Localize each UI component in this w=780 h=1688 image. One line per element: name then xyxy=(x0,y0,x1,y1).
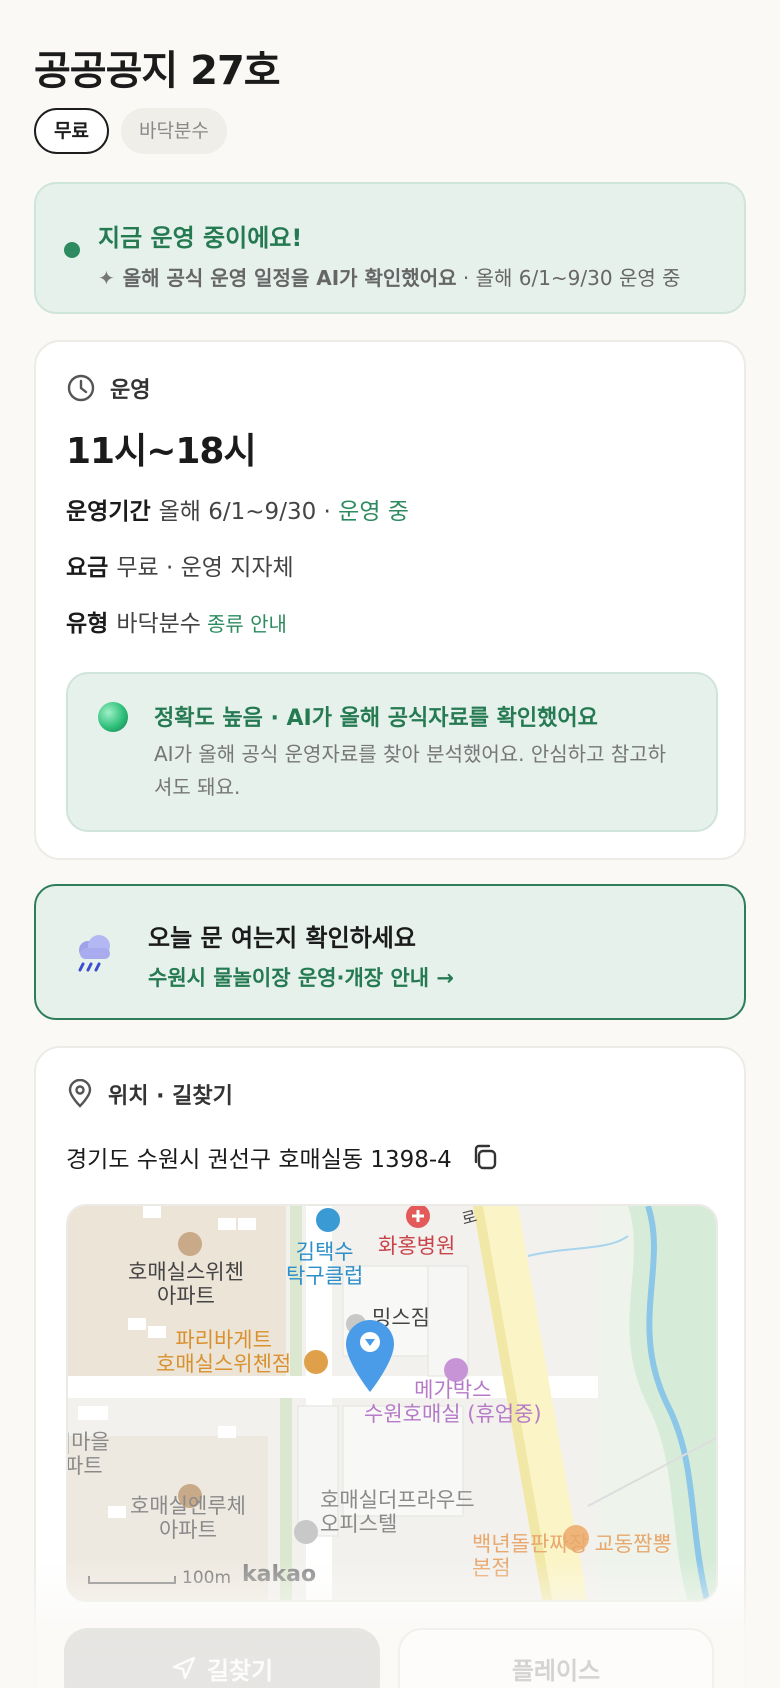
operation-section-header: 운영 xyxy=(66,372,150,404)
type-guide-link[interactable]: 종류 안내 xyxy=(207,612,287,636)
directions-button[interactable]: 길찾기 xyxy=(64,1628,380,1688)
location-section-header: 위치 · 길찾기 xyxy=(66,1078,233,1110)
location-pin-icon xyxy=(68,1079,92,1108)
map-label-apt2: 호매실엔루체 아파트 xyxy=(130,1494,246,1542)
operation-section-label: 운영 xyxy=(110,378,151,403)
place-button[interactable]: 플레이스 xyxy=(398,1628,714,1688)
page: 공공공지 27호 무료 바닥분수 지금 운영 중이에요! ✦ 올해 공식 운영 일… xyxy=(0,0,780,1688)
fee-key: 요금 xyxy=(66,555,109,581)
notice-link[interactable]: 수원시 물놀이장 운영·개장 안내 → xyxy=(148,962,454,992)
fee-value: 무료 · 운영 지자체 xyxy=(116,555,294,581)
accuracy-description: AI가 올해 공식 운영자료를 찾아 분석했어요. 안심하고 참고하셔도 돼요. xyxy=(154,742,667,799)
status-sub-rest: · 올해 6/1~9/30 운영 중 xyxy=(456,266,681,290)
map-brand-logo: kakao xyxy=(242,1562,317,1587)
tag-floor-fountain[interactable]: 바닥분수 xyxy=(120,108,227,154)
sparkle-icon: ✦ xyxy=(98,266,115,290)
map-label-apt1: 호매실스위첸 아파트 xyxy=(128,1260,244,1308)
open-check-notice[interactable]: 오늘 문 여는지 확인하세요 수원시 물놀이장 운영·개장 안내 → xyxy=(34,884,746,1020)
location-card: 위치 · 길찾기 경기도 수원시 권선구 호매실동 1398-4 호매실스위첸 … xyxy=(34,1046,746,1688)
period-key: 운영기간 xyxy=(66,499,151,525)
type-row: 유형 바닥분수 종류 안내 xyxy=(66,604,287,638)
period-status: 운영 중 xyxy=(338,499,409,525)
accuracy-title: 정확도 높음 · AI가 올해 공식자료를 확인했어요 xyxy=(154,706,598,731)
period-row: 운영기간 올해 6/1~9/30 · 운영 중 xyxy=(66,492,409,526)
notice-title: 오늘 문 여는지 확인하세요 xyxy=(148,924,416,952)
map-label-hospital: 화홍병원 xyxy=(378,1234,456,1258)
location-section-label: 위치 · 길찾기 xyxy=(108,1084,233,1109)
rain-cloud-icon xyxy=(78,935,110,972)
map-label-bakery: 파리바게트 호매실스위첸점 xyxy=(156,1328,292,1376)
status-title: 지금 운영 중이에요! xyxy=(98,224,303,252)
operating-hours: 11시~18시 xyxy=(66,431,257,472)
fee-row: 요금 무료 · 운영 지자체 xyxy=(66,548,294,582)
directions-button-label: 길찾기 xyxy=(206,1656,274,1685)
map-label-pingpong: 김택수 탁구클럽 xyxy=(286,1240,364,1288)
status-subtitle: ✦ 올해 공식 운영 일정을 AI가 확인했어요 · 올해 6/1~9/30 운영… xyxy=(98,262,681,291)
type-key: 유형 xyxy=(66,611,109,637)
operation-card: 운영 11시~18시 운영기간 올해 6/1~9/30 · 운영 중 요금 무료 ·… xyxy=(34,340,746,860)
status-card: 지금 운영 중이에요! ✦ 올해 공식 운영 일정을 AI가 확인했어요 · 올해… xyxy=(34,182,746,314)
map-label-village: |마을 파트 xyxy=(66,1430,110,1478)
type-value: 바닥분수 xyxy=(116,611,201,637)
map-marker-icon[interactable] xyxy=(342,1316,398,1396)
address-line: 경기도 수원시 권선구 호매실동 1398-4 xyxy=(66,1140,500,1174)
accuracy-orb-icon xyxy=(98,702,128,732)
map-scale-label: 100m xyxy=(182,1568,232,1588)
status-dot-icon xyxy=(64,242,80,258)
clock-icon xyxy=(67,374,95,402)
status-sub-bold: 올해 공식 운영 일정을 AI가 확인했어요 xyxy=(122,266,457,290)
page-title: 공공공지 27호 xyxy=(34,48,281,94)
period-value: 올해 6/1~9/30 · xyxy=(158,499,339,525)
tag-free[interactable]: 무료 xyxy=(34,108,109,154)
copy-icon[interactable] xyxy=(470,1142,500,1172)
tag-list: 무료 바닥분수 xyxy=(34,108,227,154)
map-view[interactable]: 호매실스위첸 아파트 김택수 탁구클럽 화홍병원 밍스짐 파리바게트 호매실스위첸점 … xyxy=(66,1204,718,1602)
navigation-arrow-icon xyxy=(172,1656,196,1680)
map-scale-bar xyxy=(88,1576,176,1584)
accuracy-box: 정확도 높음 · AI가 올해 공식자료를 확인했어요 AI가 올해 공식 운영… xyxy=(66,672,718,832)
map-label-office: 호매실더프라우드 오피스텔 xyxy=(320,1488,475,1536)
address-text: 경기도 수원시 권선구 호매실동 1398-4 xyxy=(66,1147,452,1173)
place-button-label: 플레이스 xyxy=(511,1656,601,1685)
map-label-restaurant: 백년돌판짜장 교동짬뽕 본점 xyxy=(472,1532,672,1580)
